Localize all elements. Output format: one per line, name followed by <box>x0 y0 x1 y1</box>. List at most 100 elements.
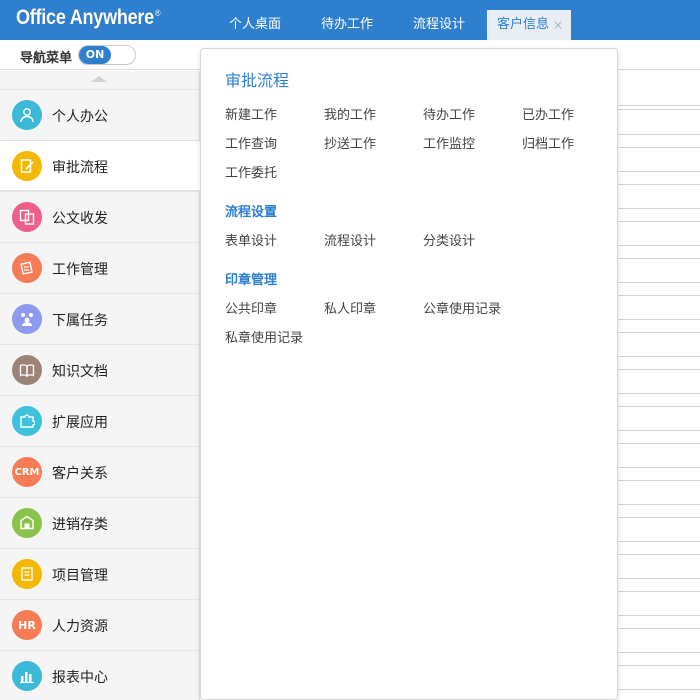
sidebar-item-subordinate-tasks[interactable]: 下属任务 <box>0 293 200 344</box>
team-icon <box>12 304 42 334</box>
approval-icon <box>12 151 42 181</box>
link-archived-work[interactable]: 归档工作 <box>522 133 574 152</box>
sidebar: 个人办公 审批流程 公文收发 工作管理 下属任务 知识文档 扩展应用 CRM 客… <box>0 71 201 700</box>
link-work-monitor[interactable]: 工作监控 <box>423 133 475 152</box>
divider <box>618 652 700 653</box>
divider <box>618 134 700 135</box>
link-pending-work[interactable]: 待办工作 <box>423 104 475 123</box>
sidebar-item-label: 客户关系 <box>52 466 108 482</box>
sidebar-item-inventory[interactable]: 进销存类 <box>0 497 200 548</box>
report-icon <box>12 661 42 691</box>
divider <box>618 184 700 185</box>
divider <box>618 245 700 246</box>
divider <box>618 665 700 666</box>
sidebar-item-label: 进销存类 <box>52 517 108 533</box>
sidebar-item-label: 审批流程 <box>52 160 108 176</box>
sidebar-item-project-management[interactable]: 项目管理 <box>0 548 200 599</box>
crm-icon: CRM <box>12 457 42 487</box>
sidebar-item-report-center[interactable]: 报表中心 <box>0 650 200 700</box>
sidebar-item-label: 个人办公 <box>52 109 108 125</box>
app-logo[interactable]: Office Anywhere® <box>16 6 161 30</box>
divider <box>618 554 700 555</box>
sidebar-item-document-exchange[interactable]: 公文收发 <box>0 191 200 242</box>
divider <box>618 628 700 629</box>
person-icon <box>12 100 42 130</box>
link-cc-work[interactable]: 抄送工作 <box>324 133 376 152</box>
sidebar-item-label: 扩展应用 <box>52 415 108 431</box>
nav-menu-toggle[interactable]: ON <box>78 45 136 65</box>
tab-process-design[interactable]: 流程设计 <box>413 0 465 40</box>
sidebar-item-customer-relations[interactable]: CRM 客户关系 <box>0 446 200 497</box>
sidebar-item-work-management[interactable]: 工作管理 <box>0 242 200 293</box>
divider <box>618 541 700 542</box>
link-done-work[interactable]: 已办工作 <box>522 104 574 123</box>
sidebar-item-knowledge-docs[interactable]: 知识文档 <box>0 344 200 395</box>
divider <box>618 258 700 259</box>
sidebar-item-label: 下属任务 <box>52 313 108 329</box>
divider <box>618 147 700 148</box>
divider <box>618 393 700 394</box>
link-category-design[interactable]: 分类设计 <box>423 230 475 249</box>
divider <box>618 467 700 468</box>
link-process-design[interactable]: 流程设计 <box>324 230 376 249</box>
sidebar-item-extended-apps[interactable]: 扩展应用 <box>0 395 200 446</box>
section-title-process-settings: 流程设置 <box>225 205 278 220</box>
divider <box>618 109 700 110</box>
divider <box>618 615 700 616</box>
sidebar-item-label: 知识文档 <box>52 364 108 380</box>
sidebar-item-approval-process[interactable]: 审批流程 <box>0 140 201 191</box>
sidebar-item-label: 人力资源 <box>52 619 108 635</box>
tab-personal-desktop[interactable]: 个人桌面 <box>229 0 281 40</box>
link-private-seal[interactable]: 私人印章 <box>324 298 376 317</box>
divider <box>618 504 700 505</box>
divider <box>618 443 700 444</box>
divider <box>618 319 700 320</box>
link-work-delegation[interactable]: 工作委托 <box>225 162 277 181</box>
divider <box>618 208 700 209</box>
inventory-icon <box>12 508 42 538</box>
link-my-work[interactable]: 我的工作 <box>324 104 376 123</box>
link-public-seal[interactable]: 公共印章 <box>225 298 277 317</box>
divider <box>618 689 700 690</box>
project-icon <box>12 559 42 589</box>
tab-customer-info[interactable]: 客户信息 × <box>487 10 571 40</box>
section-title-seal-management: 印章管理 <box>225 273 278 288</box>
divider <box>618 369 700 370</box>
toggle-knob: ON <box>79 46 111 64</box>
sidebar-item-human-resources[interactable]: HR 人力资源 <box>0 599 200 650</box>
divider <box>618 356 700 357</box>
tab-todo-work[interactable]: 待办工作 <box>321 0 373 40</box>
divider <box>618 221 700 222</box>
approval-process-menu-panel: 审批流程 新建工作 我的工作 待办工作 已办工作 工作查询 抄送工作 工作监控 … <box>200 48 618 700</box>
divider <box>618 295 700 296</box>
divider <box>618 517 700 518</box>
nav-menu-label: 导航菜单 <box>20 51 73 66</box>
sidebar-item-label: 工作管理 <box>52 262 108 278</box>
link-form-design[interactable]: 表单设计 <box>225 230 277 249</box>
book-icon <box>12 355 42 385</box>
divider <box>618 591 700 592</box>
tab-label: 客户信息 <box>497 17 550 32</box>
link-work-query[interactable]: 工作查询 <box>225 133 277 152</box>
sidebar-item-label: 公文收发 <box>52 211 108 227</box>
divider <box>618 282 700 283</box>
divider <box>618 105 700 106</box>
sidebar-item-personal-office[interactable]: 个人办公 <box>0 89 200 140</box>
work-icon <box>12 253 42 283</box>
close-icon[interactable]: × <box>553 10 563 40</box>
divider <box>618 406 700 407</box>
background-table-lines <box>618 71 700 700</box>
divider <box>618 171 700 172</box>
panel-title: 审批流程 <box>225 71 290 90</box>
divider <box>618 578 700 579</box>
link-official-seal-usage-log[interactable]: 公章使用记录 <box>423 298 501 317</box>
divider <box>618 430 700 431</box>
hr-icon: HR <box>12 610 42 640</box>
puzzle-icon <box>12 406 42 436</box>
divider <box>618 480 700 481</box>
link-new-work[interactable]: 新建工作 <box>225 104 277 123</box>
divider <box>618 332 700 333</box>
link-private-seal-usage-log[interactable]: 私章使用记录 <box>225 327 303 346</box>
sidebar-item-label: 报表中心 <box>52 670 108 686</box>
scroll-up-arrow-icon[interactable] <box>91 76 107 82</box>
